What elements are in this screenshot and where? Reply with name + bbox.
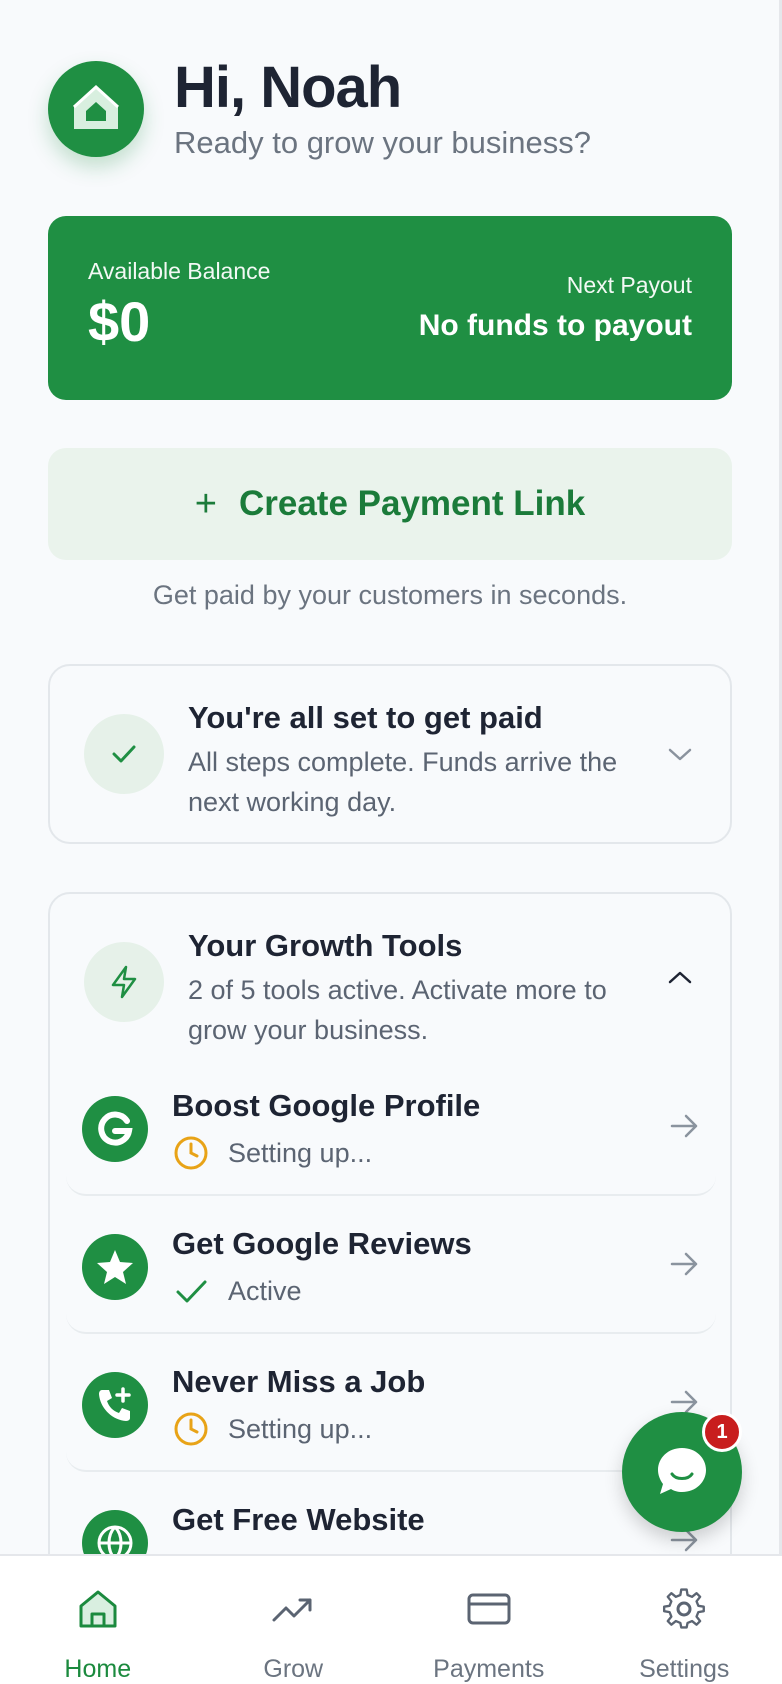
tool-status: Setting up... [172,1134,372,1172]
payout-value: No funds to payout [418,309,692,342]
google-g-icon [82,1096,148,1162]
nav-label: Home [64,1655,132,1683]
create-link-caption: Get paid by your customers in seconds. [152,580,628,610]
check-icon [172,1272,210,1310]
home-screen: Hi, Noah Ready to grow your business? Av… [0,0,782,1684]
clock-icon [172,1410,210,1448]
tool-row-never-miss-a-job[interactable]: Never Miss a Job Setting up... [66,1338,716,1472]
clock-icon [172,1134,210,1172]
home-icon [73,1584,123,1633]
tool-name: Get Free Website [172,1502,425,1537]
all-set-description: All steps complete. Funds arrive the nex… [188,747,618,817]
gear-icon [659,1584,709,1633]
trending-up-icon [268,1584,318,1633]
chevron-down-icon[interactable] [666,740,694,773]
tool-status-label: Setting up... [228,1137,373,1168]
nav-item-grow[interactable]: Grow [196,1556,392,1684]
nav-item-home[interactable]: Home [0,1556,196,1684]
tool-name: Boost Google Profile [172,1088,481,1123]
all-set-card[interactable]: You're all set to get paid All steps com… [48,664,732,844]
nav-item-payments[interactable]: Payments [391,1556,587,1684]
star-icon [82,1234,148,1300]
growth-tools-card: Your Growth Tools 2 of 5 tools active. A… [48,892,732,1612]
logo [48,61,144,158]
header: Hi, Noah Ready to grow your business? [48,55,592,161]
create-payment-link-label: Create Payment Link [238,484,586,523]
arrow-right-icon[interactable] [668,1248,700,1285]
nav-item-settings[interactable]: Settings [587,1556,782,1684]
chat-notification-badge: 1 [702,1412,742,1452]
tool-row-get-google-reviews[interactable]: Get Google Reviews Active [66,1200,716,1334]
check-circle-icon [84,714,164,794]
nav-label: Payments [433,1655,545,1683]
tool-status-label: Setting up... [228,1413,373,1444]
tool-status: Active [172,1272,302,1310]
balance-card[interactable]: Available Balance $0 Next Payout No fund… [48,216,732,400]
nav-label: Grow [263,1655,324,1683]
phone-plus-icon [82,1372,148,1438]
tool-name: Get Google Reviews [172,1226,472,1261]
house-icon [72,85,120,130]
tool-name: Never Miss a Job [172,1364,426,1399]
tool-status-label: Active [228,1275,302,1306]
lightning-icon [84,942,164,1022]
growth-tools-title: Your Growth Tools [188,928,463,963]
tool-row-boost-google-profile[interactable]: Boost Google Profile Setting up... [66,1062,716,1196]
next-payout: Next Payout No funds to payout [419,272,692,343]
chevron-up-icon[interactable] [666,964,694,997]
chat-bubble-icon [658,1448,706,1494]
credit-card-icon [464,1584,514,1633]
bottom-nav: Home Grow Payments Settings [0,1554,782,1684]
all-set-title: You're all set to get paid [188,700,543,735]
nav-label: Settings [639,1655,730,1683]
tool-status: Setting up... [172,1410,372,1448]
arrow-right-icon[interactable] [668,1110,700,1147]
payout-label: Next Payout [566,272,692,298]
plus-icon: + [194,482,217,525]
greeting-subtitle: Ready to grow your business? [174,124,592,160]
growth-tools-description: 2 of 5 tools active. Activate more to gr… [188,975,607,1045]
create-payment-link-button[interactable]: + Create Payment Link [48,448,732,560]
greeting: Hi, Noah [174,55,402,120]
